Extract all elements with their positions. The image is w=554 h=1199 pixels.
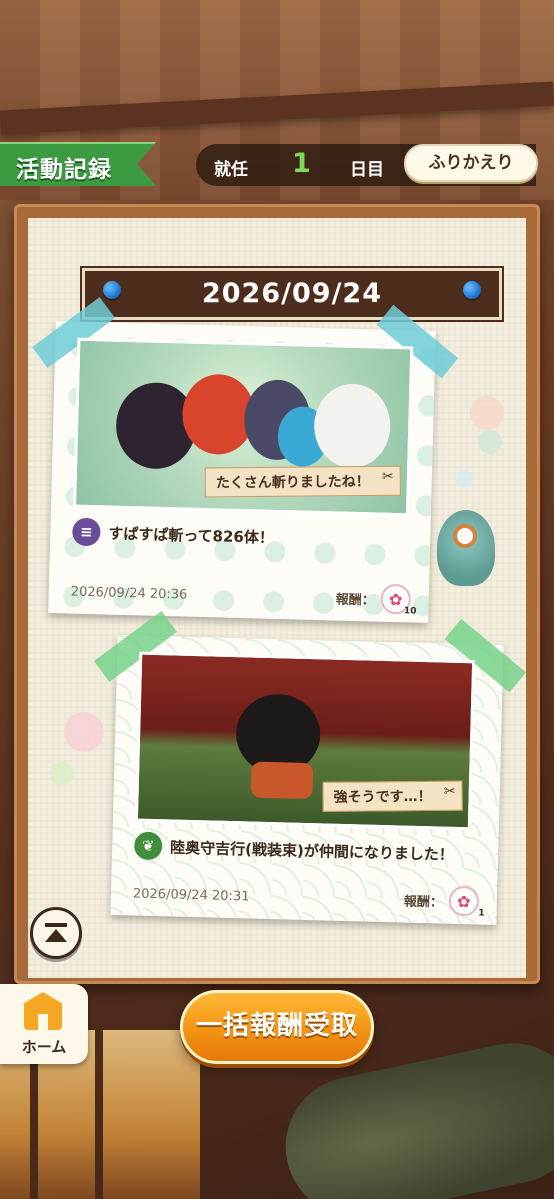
claim-all-rewards-button[interactable]: 一括報酬受取: [180, 990, 374, 1064]
date-text: 2026/09/24: [201, 278, 382, 309]
mascot-decoration: [437, 510, 495, 586]
pin-icon: [463, 281, 481, 299]
review-button[interactable]: ふりかえり: [404, 144, 538, 182]
record-description: すぱすぱ斬って826体！: [108, 524, 275, 547]
sakura-reward-icon: ✿ 1: [448, 885, 485, 919]
mascot-eye: [453, 524, 477, 548]
record-card[interactable]: 強そうです…！ ❦ 陸奥守吉行(戦装束)が仲間になりました！ 2026/09/2…: [93, 611, 526, 926]
record-description: 陸奥守吉行(戦装束)が仲間になりました！: [169, 837, 455, 864]
flower-decoration: [50, 762, 74, 786]
record-photo: たくさん斬りましたね！: [73, 337, 414, 517]
reward-count: 1: [478, 908, 485, 919]
home-button[interactable]: ホーム: [0, 984, 88, 1064]
reward-count: 10: [403, 606, 417, 617]
date-banner: 2026/09/24: [80, 266, 504, 322]
record-card[interactable]: たくさん斬りましたね！ ≡ すぱすぱ斬って826体！ 2026/09/24 20…: [32, 297, 459, 623]
flower-decoration: [478, 430, 502, 454]
record-timestamp: 2026/09/24 20:31: [132, 886, 250, 905]
sakura-reward-icon: ✿ 10: [380, 583, 417, 617]
reward: 報酬： ✿ 10: [335, 583, 417, 617]
flower-decoration: [456, 470, 474, 488]
reward-label: 報酬：: [403, 894, 444, 911]
scroll-top-icon: [45, 923, 67, 943]
page-title: 活動記録: [16, 157, 112, 183]
flower-decoration: [470, 396, 504, 430]
photo-caption: たくさん斬りましたね！: [204, 465, 401, 498]
enemy-icon: ≡: [72, 517, 101, 547]
record-description-row: ≡ すぱすぱ斬って826体！: [72, 517, 275, 551]
flower-decoration: [64, 712, 104, 752]
photo-caption: 強そうです…！: [322, 780, 463, 812]
reward: 報酬： ✿ 1: [403, 885, 485, 919]
scroll-to-top-button[interactable]: [30, 907, 82, 959]
record-photo: 強そうです…！: [134, 651, 476, 831]
character-illustration: [313, 382, 392, 469]
reward-label: 報酬：: [335, 591, 375, 609]
pin-icon: [103, 281, 121, 299]
day-prefix: 就任: [214, 160, 248, 180]
character-illustration: [250, 761, 314, 800]
day-number: 1: [292, 148, 311, 179]
day-suffix: 日目: [350, 160, 384, 180]
record-timestamp: 2026/09/24 20:36: [70, 584, 188, 603]
home-label: ホーム: [21, 1038, 67, 1056]
sprout-icon: ❦: [133, 831, 163, 861]
castle-door: [38, 1014, 48, 1030]
